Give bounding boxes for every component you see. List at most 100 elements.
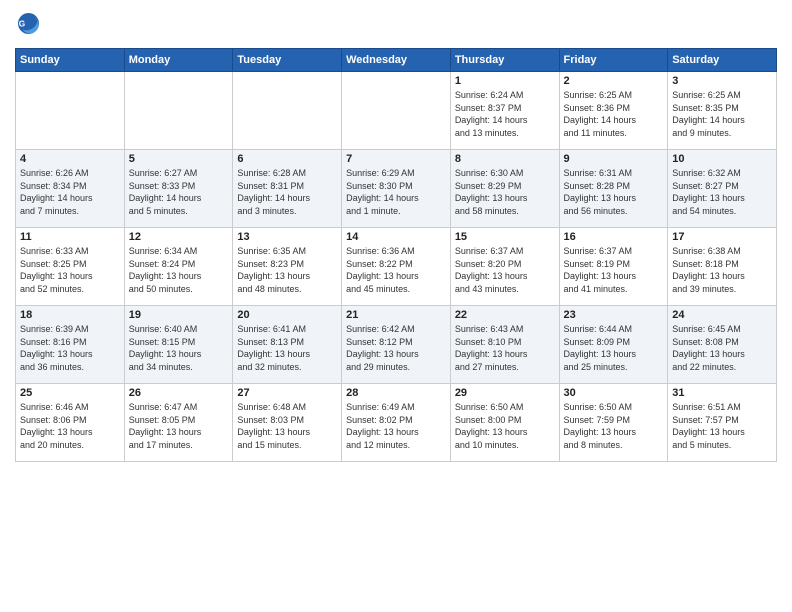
day-number: 20 [237,309,337,321]
day-info: Sunrise: 6:38 AM Sunset: 8:18 PM Dayligh… [672,245,772,295]
calendar-day-cell [16,72,125,150]
weekday-header-row: SundayMondayTuesdayWednesdayThursdayFrid… [16,49,777,72]
logo-icon: G [15,10,45,40]
calendar-day-cell: 29 Sunrise: 6:50 AM Sunset: 8:00 PM Dayli… [450,384,559,462]
day-number: 19 [129,309,229,321]
calendar-day-cell: 22 Sunrise: 6:43 AM Sunset: 8:10 PM Dayli… [450,306,559,384]
calendar-week-row: 11 Sunrise: 6:33 AM Sunset: 8:25 PM Dayli… [16,228,777,306]
day-number: 10 [672,153,772,165]
calendar-day-cell: 12 Sunrise: 6:34 AM Sunset: 8:24 PM Dayli… [124,228,233,306]
day-info: Sunrise: 6:50 AM Sunset: 7:59 PM Dayligh… [564,401,664,451]
calendar-day-cell: 19 Sunrise: 6:40 AM Sunset: 8:15 PM Dayli… [124,306,233,384]
day-number: 7 [346,153,446,165]
day-info: Sunrise: 6:48 AM Sunset: 8:03 PM Dayligh… [237,401,337,451]
day-info: Sunrise: 6:37 AM Sunset: 8:20 PM Dayligh… [455,245,555,295]
weekday-header: Saturday [668,49,777,72]
day-number: 24 [672,309,772,321]
day-number: 30 [564,387,664,399]
calendar-day-cell: 30 Sunrise: 6:50 AM Sunset: 7:59 PM Dayli… [559,384,668,462]
day-number: 16 [564,231,664,243]
calendar-day-cell: 6 Sunrise: 6:28 AM Sunset: 8:31 PM Daylig… [233,150,342,228]
day-number: 14 [346,231,446,243]
weekday-header: Thursday [450,49,559,72]
day-info: Sunrise: 6:28 AM Sunset: 8:31 PM Dayligh… [237,167,337,217]
day-number: 15 [455,231,555,243]
calendar-day-cell: 5Sunrise: 6:27 AM Sunset: 8:33 PM Daylig… [124,150,233,228]
calendar-day-cell: 11 Sunrise: 6:33 AM Sunset: 8:25 PM Dayli… [16,228,125,306]
day-info: Sunrise: 6:34 AM Sunset: 8:24 PM Dayligh… [129,245,229,295]
calendar-day-cell: 1 Sunrise: 6:24 AM Sunset: 8:37 PM Daylig… [450,72,559,150]
day-info: Sunrise: 6:46 AM Sunset: 8:06 PM Dayligh… [20,401,120,451]
calendar-week-row: 4 Sunrise: 6:26 AM Sunset: 8:34 PM Daylig… [16,150,777,228]
day-info: Sunrise: 6:41 AM Sunset: 8:13 PM Dayligh… [237,323,337,373]
calendar-day-cell: 14Sunrise: 6:36 AM Sunset: 8:22 PM Dayli… [342,228,451,306]
calendar-day-cell: 4 Sunrise: 6:26 AM Sunset: 8:34 PM Daylig… [16,150,125,228]
day-number: 11 [20,231,120,243]
day-info: Sunrise: 6:51 AM Sunset: 7:57 PM Dayligh… [672,401,772,451]
day-number: 28 [346,387,446,399]
weekday-header: Sunday [16,49,125,72]
calendar-day-cell: 20 Sunrise: 6:41 AM Sunset: 8:13 PM Dayli… [233,306,342,384]
weekday-header: Tuesday [233,49,342,72]
day-info: Sunrise: 6:39 AM Sunset: 8:16 PM Dayligh… [20,323,120,373]
page: G SundayMondayTuesdayWednesdayThursdayFr… [0,0,792,612]
calendar-day-cell: 24 Sunrise: 6:45 AM Sunset: 8:08 PM Dayli… [668,306,777,384]
weekday-header: Friday [559,49,668,72]
day-info: Sunrise: 6:35 AM Sunset: 8:23 PM Dayligh… [237,245,337,295]
day-info: Sunrise: 6:50 AM Sunset: 8:00 PM Dayligh… [455,401,555,451]
calendar-day-cell: 7 Sunrise: 6:29 AM Sunset: 8:30 PM Daylig… [342,150,451,228]
calendar-day-cell: 26 Sunrise: 6:47 AM Sunset: 8:05 PM Dayli… [124,384,233,462]
day-info: Sunrise: 6:33 AM Sunset: 8:25 PM Dayligh… [20,245,120,295]
calendar-day-cell: 28 Sunrise: 6:49 AM Sunset: 8:02 PM Dayli… [342,384,451,462]
day-info: Sunrise: 6:30 AM Sunset: 8:29 PM Dayligh… [455,167,555,217]
day-number: 8 [455,153,555,165]
day-info: Sunrise: 6:31 AM Sunset: 8:28 PM Dayligh… [564,167,664,217]
day-number: 1 [455,75,555,87]
day-number: 26 [129,387,229,399]
calendar-day-cell: 2 Sunrise: 6:25 AM Sunset: 8:36 PM Daylig… [559,72,668,150]
calendar-day-cell: 23 Sunrise: 6:44 AM Sunset: 8:09 PM Dayli… [559,306,668,384]
day-number: 2 [564,75,664,87]
day-info: Sunrise: 6:44 AM Sunset: 8:09 PM Dayligh… [564,323,664,373]
calendar-day-cell: 18Sunrise: 6:39 AM Sunset: 8:16 PM Dayli… [16,306,125,384]
calendar: SundayMondayTuesdayWednesdayThursdayFrid… [15,48,777,462]
calendar-day-cell: 15 Sunrise: 6:37 AM Sunset: 8:20 PM Dayli… [450,228,559,306]
day-info: Sunrise: 6:27 AM Sunset: 8:33 PM Dayligh… [129,167,229,217]
weekday-header: Monday [124,49,233,72]
day-number: 21 [346,309,446,321]
day-info: Sunrise: 6:45 AM Sunset: 8:08 PM Dayligh… [672,323,772,373]
calendar-day-cell: 16 Sunrise: 6:37 AM Sunset: 8:19 PM Dayli… [559,228,668,306]
day-info: Sunrise: 6:42 AM Sunset: 8:12 PM Dayligh… [346,323,446,373]
calendar-week-row: 25 Sunrise: 6:46 AM Sunset: 8:06 PM Dayli… [16,384,777,462]
day-number: 3 [672,75,772,87]
calendar-day-cell: 25 Sunrise: 6:46 AM Sunset: 8:06 PM Dayli… [16,384,125,462]
calendar-week-row: 1 Sunrise: 6:24 AM Sunset: 8:37 PM Daylig… [16,72,777,150]
day-number: 17 [672,231,772,243]
day-info: Sunrise: 6:43 AM Sunset: 8:10 PM Dayligh… [455,323,555,373]
day-info: Sunrise: 6:40 AM Sunset: 8:15 PM Dayligh… [129,323,229,373]
calendar-day-cell: 21 Sunrise: 6:42 AM Sunset: 8:12 PM Dayli… [342,306,451,384]
calendar-day-cell: 9 Sunrise: 6:31 AM Sunset: 8:28 PM Daylig… [559,150,668,228]
calendar-week-row: 18Sunrise: 6:39 AM Sunset: 8:16 PM Dayli… [16,306,777,384]
day-info: Sunrise: 6:49 AM Sunset: 8:02 PM Dayligh… [346,401,446,451]
day-number: 6 [237,153,337,165]
day-number: 12 [129,231,229,243]
day-number: 29 [455,387,555,399]
day-number: 23 [564,309,664,321]
day-number: 9 [564,153,664,165]
calendar-day-cell [233,72,342,150]
day-info: Sunrise: 6:47 AM Sunset: 8:05 PM Dayligh… [129,401,229,451]
calendar-day-cell: 31Sunrise: 6:51 AM Sunset: 7:57 PM Dayli… [668,384,777,462]
day-number: 13 [237,231,337,243]
day-number: 25 [20,387,120,399]
calendar-day-cell: 8 Sunrise: 6:30 AM Sunset: 8:29 PM Daylig… [450,150,559,228]
calendar-day-cell: 13 Sunrise: 6:35 AM Sunset: 8:23 PM Dayli… [233,228,342,306]
day-info: Sunrise: 6:37 AM Sunset: 8:19 PM Dayligh… [564,245,664,295]
day-number: 22 [455,309,555,321]
calendar-day-cell: 17 Sunrise: 6:38 AM Sunset: 8:18 PM Dayli… [668,228,777,306]
day-number: 4 [20,153,120,165]
day-info: Sunrise: 6:24 AM Sunset: 8:37 PM Dayligh… [455,89,555,139]
day-info: Sunrise: 6:29 AM Sunset: 8:30 PM Dayligh… [346,167,446,217]
day-info: Sunrise: 6:26 AM Sunset: 8:34 PM Dayligh… [20,167,120,217]
day-info: Sunrise: 6:25 AM Sunset: 8:36 PM Dayligh… [564,89,664,139]
